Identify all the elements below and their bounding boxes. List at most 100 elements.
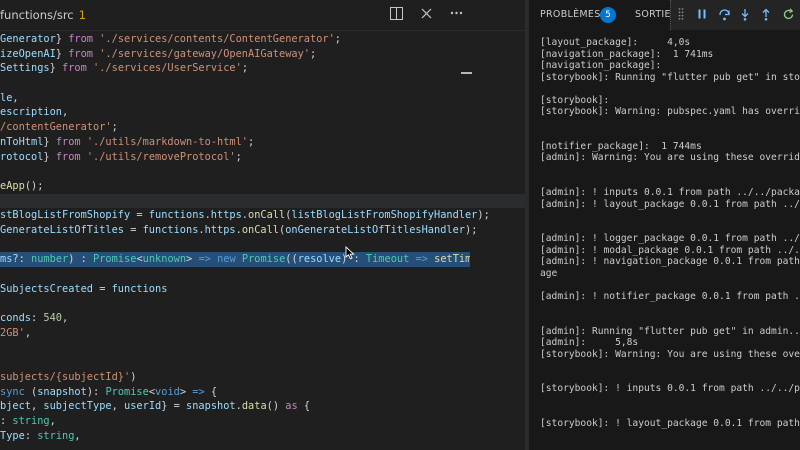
code-token: =>: [192, 385, 205, 398]
editor-tab-path: functions/src: [0, 8, 74, 22]
code-token: functions: [148, 209, 205, 222]
close-icon[interactable]: [419, 6, 433, 20]
code-token: string: [37, 429, 75, 442]
code-line: bject, subjectType, userId} = snapshot.d…: [0, 399, 525, 414]
code-token: https: [204, 223, 236, 236]
code-token: data: [241, 400, 267, 413]
code-token: }: [49, 62, 63, 75]
code-token: 540: [43, 312, 63, 325]
code-line: izeOpenAI} from './services/gateway/Open…: [0, 47, 525, 62]
code-token: Promise: [105, 385, 149, 398]
code-token: listBlogListFromShopifyHandler: [291, 209, 478, 222]
output-log[interactable]: [layout_package]: 4,0s [navigation_packag…: [540, 37, 800, 430]
more-actions-icon[interactable]: [449, 6, 463, 20]
code-area[interactable]: Generator} from './services/contents/Con…: [0, 32, 525, 443]
code-token: functions: [111, 282, 168, 295]
output-line: [admin]: ! logger_package 0.0.1 from pat…: [540, 233, 800, 245]
code-token: SubjectsCreated: [0, 282, 93, 295]
code-token: onCall: [241, 223, 280, 236]
code-token: number: [31, 253, 69, 266]
code-token: {: [297, 400, 311, 413]
bottom-panel: PROBLÈMES 5 SORTIE [layout_package]: 4,0…: [529, 0, 800, 450]
code-line: Generator} from './services/contents/Con…: [0, 32, 525, 47]
output-line: [admin]: ! layout_package 0.0.1 from pat…: [540, 198, 800, 210]
code-token: >: [179, 385, 193, 398]
code-line: : string,: [0, 414, 525, 429]
code-token: from: [55, 135, 81, 148]
restart-icon[interactable]: [781, 7, 795, 21]
code-token: setTimeout: [434, 253, 470, 266]
code-token: );: [477, 209, 490, 222]
output-line: [admin]: ! modal_package 0.0.1 from path…: [540, 244, 800, 256]
step-into-icon[interactable]: [738, 7, 752, 21]
code-token: Promise: [93, 253, 137, 266]
code-line: eApp();: [0, 179, 525, 194]
code-token: functions: [142, 223, 199, 236]
pause-icon[interactable]: [695, 7, 709, 21]
code-token: eApp: [0, 179, 25, 192]
output-line: [admin]: ! inputs 0.0.1 from path ../../…: [540, 187, 800, 199]
tab-output[interactable]: SORTIE: [635, 9, 671, 20]
output-line: [navigation_package]:: [540, 60, 662, 72]
code-token: ,: [62, 106, 69, 119]
editor-tab[interactable]: functions/src 1: [0, 8, 86, 22]
output-line: [admin]: Running "flutter pub get" in ad…: [540, 325, 800, 337]
code-token: =: [124, 223, 143, 236]
drag-handle-icon[interactable]: [674, 7, 688, 21]
output-line: [notifier_package]: 1 744ms: [540, 140, 702, 152]
code-token: ;: [241, 62, 249, 75]
code-token: =>: [415, 253, 428, 266]
code-line: rotocol} from './utils/removeProtocol';: [0, 150, 525, 165]
output-line: [storybook]: Warning: pubspec.yaml has o…: [540, 106, 800, 118]
code-token: userId: [124, 400, 162, 413]
code-token: ?:: [12, 253, 32, 266]
code-token: Generator: [0, 33, 56, 45]
code-token: from: [55, 150, 81, 163]
code-token: {: [204, 385, 218, 398]
code-token: ):: [86, 385, 106, 398]
code-line: [0, 193, 525, 209]
code-token: Type: [0, 429, 25, 442]
code-line: ms?: number) : Promise<unknown> => new P…: [0, 252, 470, 267]
output-line: [admin]: ! notifier_package 0.0.1 from p…: [540, 291, 800, 303]
editor-tab-bar: functions/src 1: [0, 0, 525, 31]
split-editor-icon[interactable]: [389, 6, 403, 20]
code-token: subjectType: [43, 400, 112, 413]
step-out-icon[interactable]: [759, 7, 773, 21]
code-token: ,: [31, 400, 44, 413]
code-token: snapshot: [186, 400, 236, 413]
code-token: from: [62, 62, 87, 75]
code-token: nToHtml: [0, 135, 44, 148]
code-token: ms: [0, 253, 13, 266]
code-token: ;: [310, 47, 317, 60]
code-token: ,: [24, 326, 32, 339]
code-token: } =: [161, 400, 187, 413]
code-token: ): [130, 370, 137, 383]
panel-tab-bar: PROBLÈMES 5 SORTIE: [529, 0, 800, 30]
code-line: nToHtml} from './utils/markdown-to-html'…: [0, 135, 525, 150]
tab-problems[interactable]: PROBLÈMES: [540, 9, 601, 20]
code-token: onCall: [248, 209, 286, 222]
step-over-icon[interactable]: [717, 7, 731, 21]
output-line: [admin]: 5,8s: [540, 337, 639, 349]
code-line: GenerateListOfTitles = functions.https.o…: [0, 223, 525, 238]
code-token: './services/UserService': [93, 62, 242, 75]
code-token: ;: [235, 150, 242, 163]
code-line: 2GB',: [0, 326, 525, 341]
output-line: [layout_package]: 4,0s: [540, 37, 691, 48]
code-token: './utils/markdown-to-html': [86, 135, 249, 148]
code-token: './utils/removeProtocol': [86, 150, 236, 163]
code-line: Type: string,: [0, 429, 525, 444]
output-line: [admin]: Warning: You are using these ov…: [540, 152, 800, 164]
code-token: Timeout: [365, 253, 410, 266]
code-token: :: [31, 312, 44, 325]
code-token: as: [285, 400, 298, 413]
